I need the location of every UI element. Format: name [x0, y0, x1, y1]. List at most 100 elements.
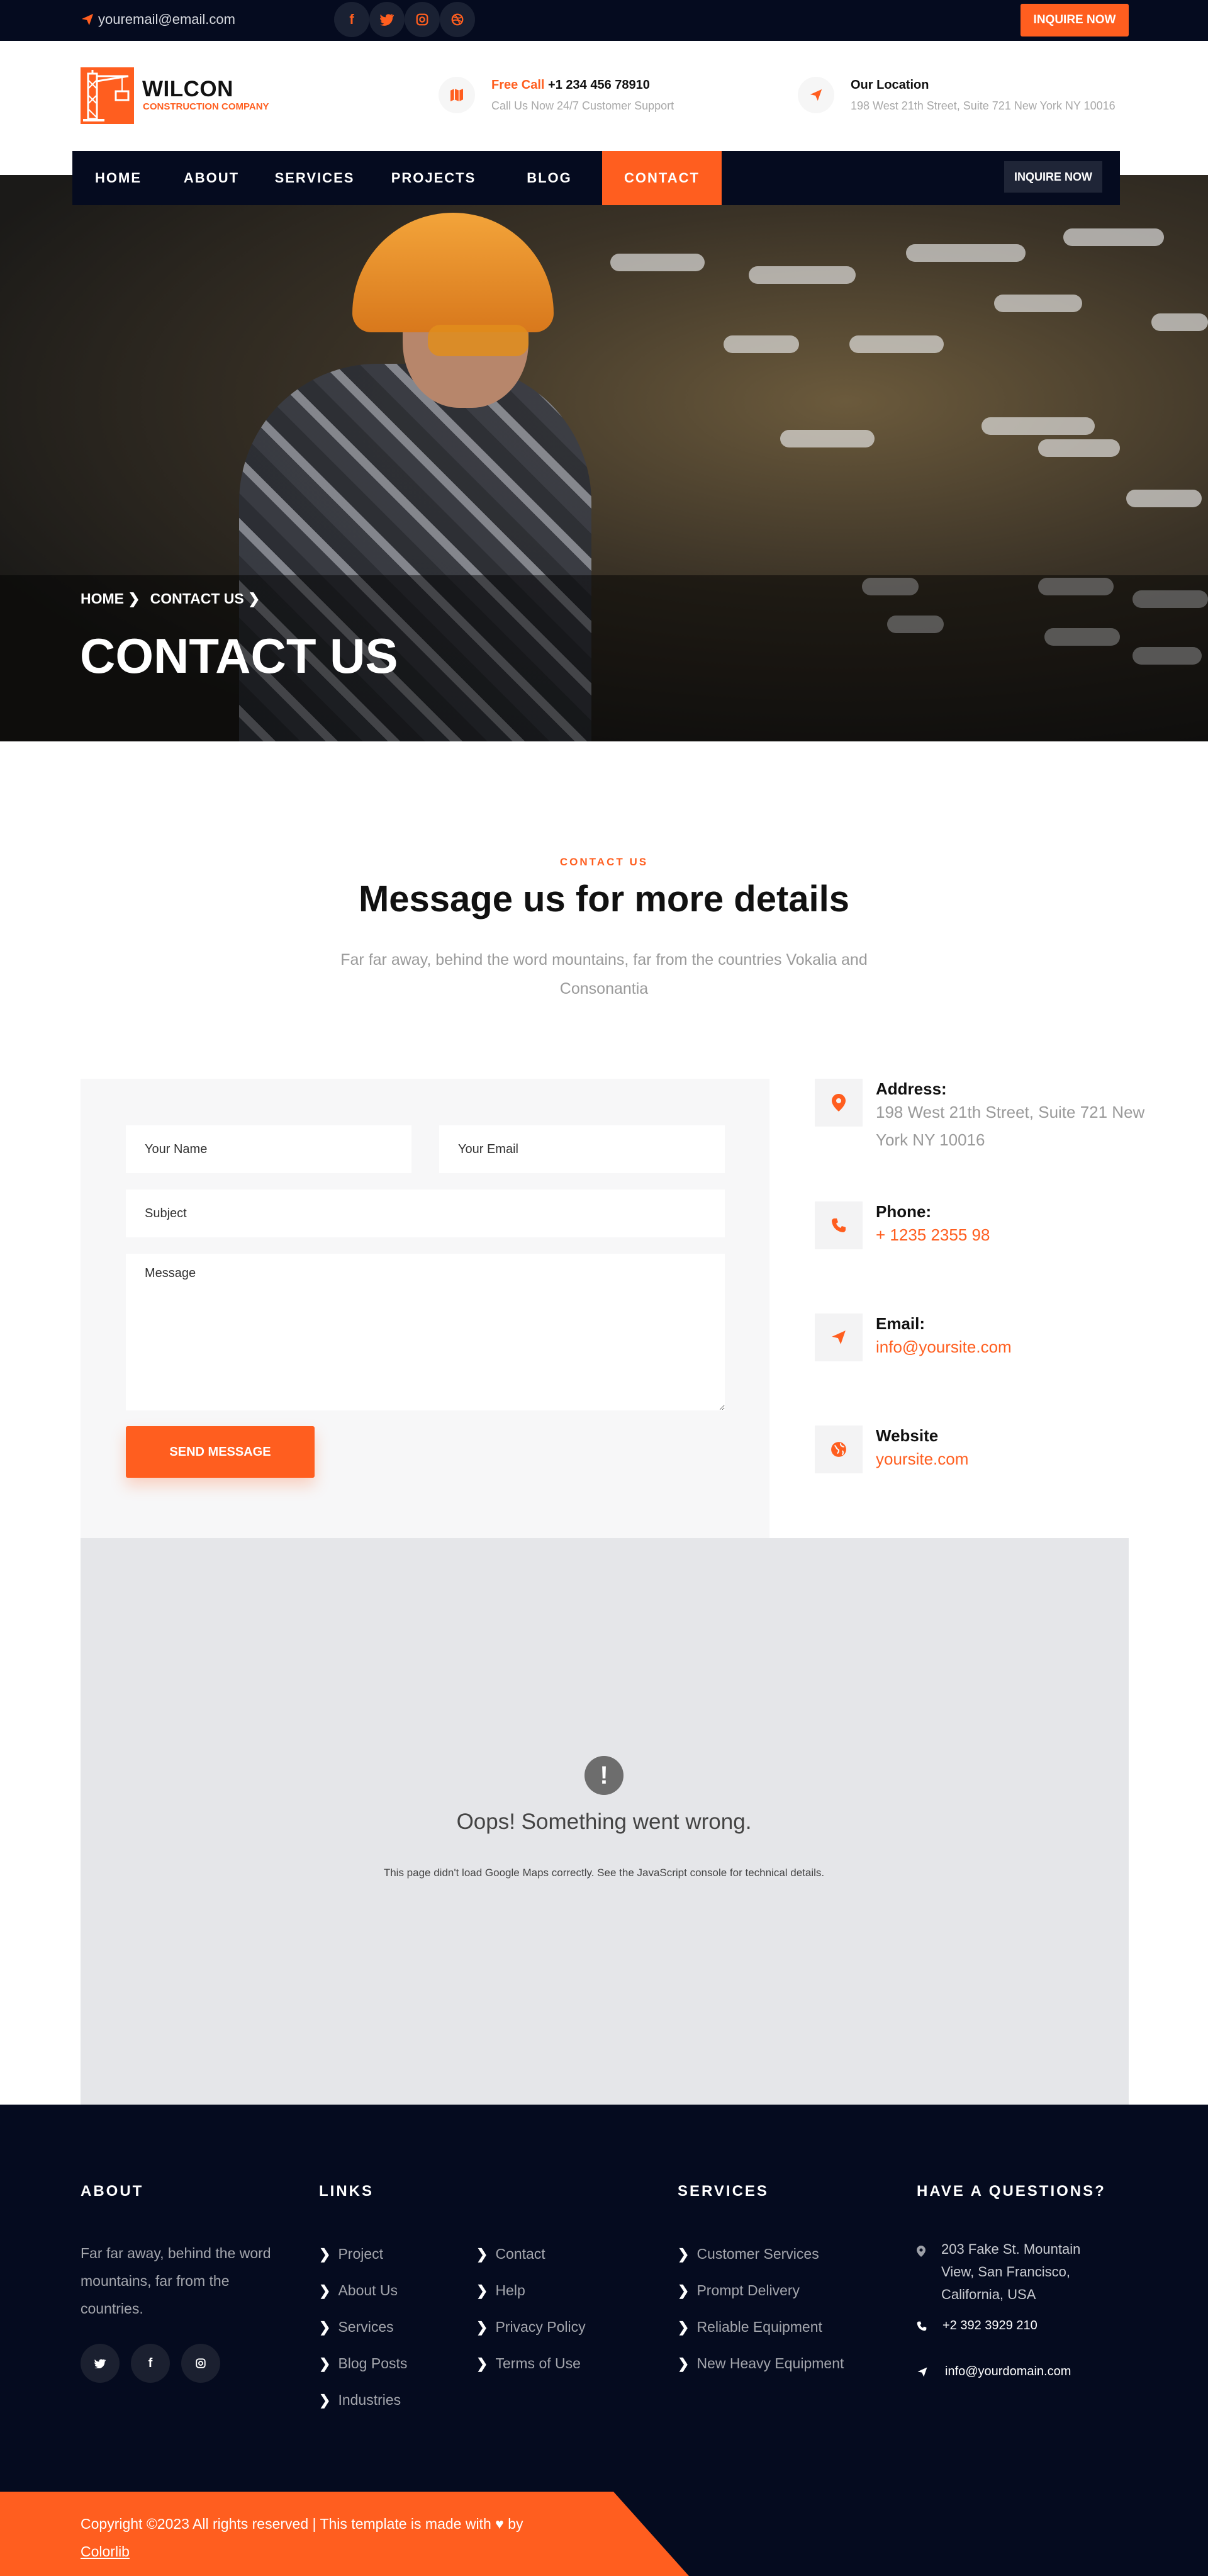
topbar-email-text: youremail@email.com — [98, 11, 235, 27]
footer-service-customer[interactable]: ❯ Customer Services — [678, 2246, 819, 2263]
footer-service-equipment[interactable]: ❯ Reliable Equipment — [678, 2319, 822, 2336]
footer-about-heading: ABOUT — [81, 2183, 144, 2200]
chevron-right-icon: ❯ — [678, 2282, 690, 2298]
message-field[interactable] — [126, 1254, 725, 1410]
breadcrumb: HOME ❯ CONTACT US ❯ — [81, 590, 260, 607]
section-title: Message us for more details — [358, 879, 850, 920]
twitter-icon[interactable] — [369, 2, 405, 37]
chevron-right-icon: ❯ — [476, 2319, 488, 2335]
send-message-button[interactable]: SEND MESSAGE — [126, 1426, 315, 1478]
chevron-right-icon: ❯ — [678, 2246, 690, 2262]
footer-link-contact[interactable]: ❯ Contact — [476, 2246, 545, 2263]
footer-link-project[interactable]: ❯ Project — [319, 2246, 383, 2263]
footer-link-blog[interactable]: ❯ Blog Posts — [319, 2355, 407, 2372]
logo-title[interactable]: WILCON — [142, 77, 233, 102]
map-icon — [439, 77, 475, 113]
footer-questions-heading: HAVE A QUESTIONS? — [917, 2183, 1106, 2200]
phone-icon — [815, 1201, 863, 1249]
chevron-right-icon: ❯ — [476, 2355, 488, 2371]
chevron-right-icon: ❯ — [476, 2246, 488, 2262]
chevron-right-icon: ❯ — [128, 590, 140, 607]
footer-link-help[interactable]: ❯ Help — [476, 2282, 525, 2299]
footer-link-about[interactable]: ❯ About Us — [319, 2282, 398, 2299]
nav-about[interactable]: ABOUT — [164, 151, 259, 205]
chevron-right-icon: ❯ — [319, 2392, 331, 2408]
email-value[interactable]: info@yoursite.com — [876, 1333, 1153, 1361]
topbar-email[interactable]: youremail@email.com — [81, 11, 235, 28]
paper-plane-icon — [798, 77, 834, 113]
chevron-right-icon: ❯ — [476, 2282, 488, 2298]
main-nav: HOME ABOUT SERVICES PROJECTS BLOG CONTAC… — [72, 151, 1120, 205]
nav-projects[interactable]: PROJECTS — [371, 151, 496, 205]
footer-service-delivery[interactable]: ❯ Prompt Delivery — [678, 2282, 800, 2299]
chevron-right-icon: ❯ — [319, 2355, 331, 2371]
chevron-right-icon: ❯ — [678, 2319, 690, 2335]
nav-services[interactable]: SERVICES — [259, 151, 371, 205]
chevron-right-icon: ❯ — [319, 2319, 331, 2335]
logo-subtitle: CONSTRUCTION COMPANY — [143, 101, 269, 112]
map-pin-icon — [917, 2246, 926, 2260]
footer-about-text: Far far away, behind the word mountains,… — [81, 2245, 271, 2317]
dribbble-icon[interactable] — [440, 2, 475, 37]
address-label: Address: — [876, 1079, 947, 1098]
paper-plane-icon — [81, 13, 94, 26]
copyright-text: Copyright ©2023 All rights reserved | Th… — [81, 2516, 523, 2560]
facebook-icon[interactable]: f — [334, 2, 369, 37]
breadcrumb-current: CONTACT US ❯ — [150, 590, 260, 607]
footer-address: 203 Fake St. Mountain View, San Francisc… — [941, 2241, 1081, 2302]
heart-icon: ♥ — [495, 2516, 504, 2532]
phone-value[interactable]: + 1235 2355 98 — [876, 1221, 1153, 1249]
free-call-sub: Call Us Now 24/7 Customer Support — [491, 99, 674, 112]
location-title: Our Location — [851, 78, 929, 92]
hard-hat-image — [352, 213, 554, 332]
exclamation-icon: ! — [584, 1756, 624, 1795]
footer-link-services[interactable]: ❯ Services — [319, 2319, 394, 2336]
location-sub: 198 West 21th Street, Suite 721 New York… — [851, 99, 1116, 112]
phone-label: Phone: — [876, 1202, 932, 1221]
subject-field[interactable] — [126, 1190, 725, 1237]
footer-services-heading: SERVICES — [678, 2183, 769, 2200]
chevron-right-icon: ❯ — [319, 2282, 331, 2298]
paper-plane-icon — [917, 2366, 928, 2381]
footer-links-heading: LINKS — [319, 2183, 374, 2200]
nav-inquire-now-button[interactable]: INQUIRE NOW — [1004, 161, 1102, 193]
map-error-description: This page didn't load Google Maps correc… — [383, 1867, 825, 1879]
address-value: 198 West 21th Street, Suite 721 New York… — [876, 1103, 1145, 1149]
free-call[interactable]: Free Call +1 234 456 78910 — [491, 78, 650, 93]
footer-facebook-icon[interactable]: f — [131, 2344, 170, 2383]
crane-logo-icon[interactable] — [81, 67, 134, 124]
section-label: CONTACT US — [559, 856, 649, 868]
footer-instagram-icon[interactable] — [181, 2344, 220, 2383]
website-label: Website — [876, 1426, 939, 1445]
page-title: CONTACT US — [80, 628, 398, 683]
section-description: Far far away, behind the word mountains,… — [340, 951, 868, 998]
globe-icon — [815, 1426, 863, 1473]
footer-link-privacy[interactable]: ❯ Privacy Policy — [476, 2319, 586, 2336]
website-value[interactable]: yoursite.com — [876, 1445, 1153, 1473]
chevron-right-icon: ❯ — [248, 590, 260, 607]
footer-link-terms[interactable]: ❯ Terms of Use — [476, 2355, 581, 2372]
paper-plane-icon — [815, 1313, 863, 1361]
map-error-title: Oops! Something went wrong. — [456, 1809, 752, 1834]
free-call-number: +1 234 456 78910 — [548, 78, 650, 92]
footer-service-heavy[interactable]: ❯ New Heavy Equipment — [678, 2355, 844, 2372]
free-call-label: Free Call — [491, 78, 545, 92]
footer-email[interactable]: info@yourdomain.com — [945, 2365, 1071, 2379]
instagram-icon[interactable] — [405, 2, 440, 37]
phone-icon — [917, 2321, 927, 2334]
breadcrumb-home[interactable]: HOME ❯ — [81, 590, 140, 607]
email-label: Email: — [876, 1314, 926, 1333]
footer-twitter-icon[interactable] — [81, 2344, 120, 2383]
footer-link-industries[interactable]: ❯ Industries — [319, 2392, 401, 2409]
nav-home[interactable]: HOME — [72, 151, 164, 205]
nav-blog[interactable]: BLOG — [496, 151, 602, 205]
email-field[interactable] — [439, 1125, 725, 1173]
nav-contact[interactable]: CONTACT — [602, 151, 722, 205]
name-field[interactable] — [126, 1125, 411, 1173]
chevron-right-icon: ❯ — [319, 2246, 331, 2262]
colorlib-link[interactable]: Colorlib — [81, 2543, 130, 2560]
chevron-right-icon: ❯ — [678, 2355, 690, 2371]
inquire-now-button[interactable]: INQUIRE NOW — [1021, 4, 1129, 37]
map-pin-icon — [815, 1079, 863, 1127]
footer-phone[interactable]: +2 392 3929 210 — [942, 2319, 1037, 2333]
